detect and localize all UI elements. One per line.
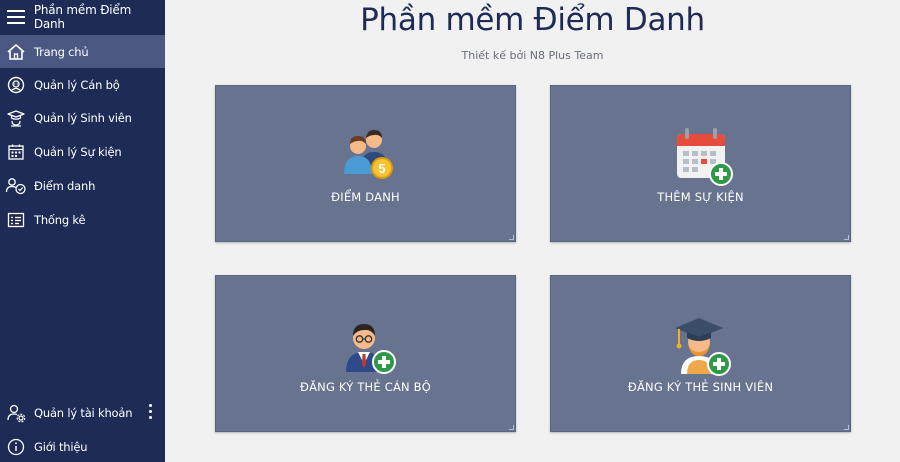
users-coin-icon: 5: [216, 126, 515, 186]
sidebar-item-label: Thống kê: [34, 212, 86, 227]
sidebar-item-label: Quản lý Cán bộ: [34, 77, 120, 92]
sidebar-item-label: Quản lý Sự kiện: [34, 144, 122, 159]
home-icon: [0, 43, 32, 61]
sidebar-header: Phần mềm Điểm Danh: [0, 0, 165, 34]
register-student-card-tile-button[interactable]: ĐĂNG KÝ THẺ SINH VIÊN: [550, 275, 851, 432]
tile-label: ĐĂNG KÝ THẺ SINH VIÊN: [627, 380, 774, 394]
tile-label: ĐĂNG KÝ THẺ CÁN BỘ: [299, 380, 432, 394]
sidebar-item-attendance[interactable]: Điểm danh: [0, 169, 165, 202]
resize-grip: [844, 425, 849, 430]
user-settings-icon: [0, 403, 32, 423]
resize-grip: [509, 425, 514, 430]
tile-label: ĐIỂM DANH: [331, 190, 400, 204]
sidebar-item-home[interactable]: Trang chủ: [0, 35, 165, 68]
resize-grip: [844, 235, 849, 240]
sidebar-item-account[interactable]: Quản lý tài khoản: [0, 396, 165, 429]
tile-label: THÊM SỰ KIỆN: [657, 190, 744, 204]
calendar-add-icon: [551, 126, 850, 186]
attendance-tile-button[interactable]: 5 ĐIỂM DANH: [215, 85, 516, 242]
sidebar-item-students[interactable]: Quản lý Sinh viên: [0, 101, 165, 134]
sidebar-item-label: Giới thiệu: [34, 439, 88, 454]
page-title: Phần mềm Điểm Danh: [360, 2, 705, 38]
info-icon: [0, 438, 32, 456]
page-subtitle: Thiết kế bởi N8 Plus Team: [461, 49, 604, 62]
sidebar-app-title: Phần mềm Điểm Danh: [33, 3, 132, 31]
staff-icon: [0, 76, 32, 94]
sidebar-item-label: Trang chủ: [34, 44, 89, 59]
sidebar-item-statistics[interactable]: Thống kê: [0, 203, 165, 236]
sidebar-item-label: Quản lý Sinh viên: [34, 110, 132, 125]
hamburger-menu-icon[interactable]: [0, 10, 32, 24]
sidebar-item-about[interactable]: Giới thiệu: [0, 430, 165, 462]
sidebar: Phần mềm Điểm Danh Trang chủ Quản lý Cán…: [0, 0, 165, 462]
student-icon: [0, 109, 32, 127]
main-content: Phần mềm Điểm Danh Thiết kế bởi N8 Plus …: [165, 0, 900, 462]
teacher-add-icon: [216, 316, 515, 376]
sidebar-item-events[interactable]: Quản lý Sự kiện: [0, 135, 165, 168]
attendance-icon: [0, 177, 32, 195]
add-event-tile-button[interactable]: THÊM SỰ KIỆN: [550, 85, 851, 242]
statistics-icon: [0, 212, 32, 228]
graduate-add-icon: [551, 316, 850, 376]
calendar-icon: [0, 143, 32, 161]
resize-grip: [509, 235, 514, 240]
more-options-icon[interactable]: [147, 404, 153, 419]
register-staff-card-tile-button[interactable]: ĐĂNG KÝ THẺ CÁN BỘ: [215, 275, 516, 432]
sidebar-item-label: Quản lý tài khoản: [34, 405, 133, 420]
sidebar-item-label: Điểm danh: [34, 178, 96, 193]
sidebar-item-staff[interactable]: Quản lý Cán bộ: [0, 68, 165, 101]
svg-text:5: 5: [378, 161, 385, 176]
